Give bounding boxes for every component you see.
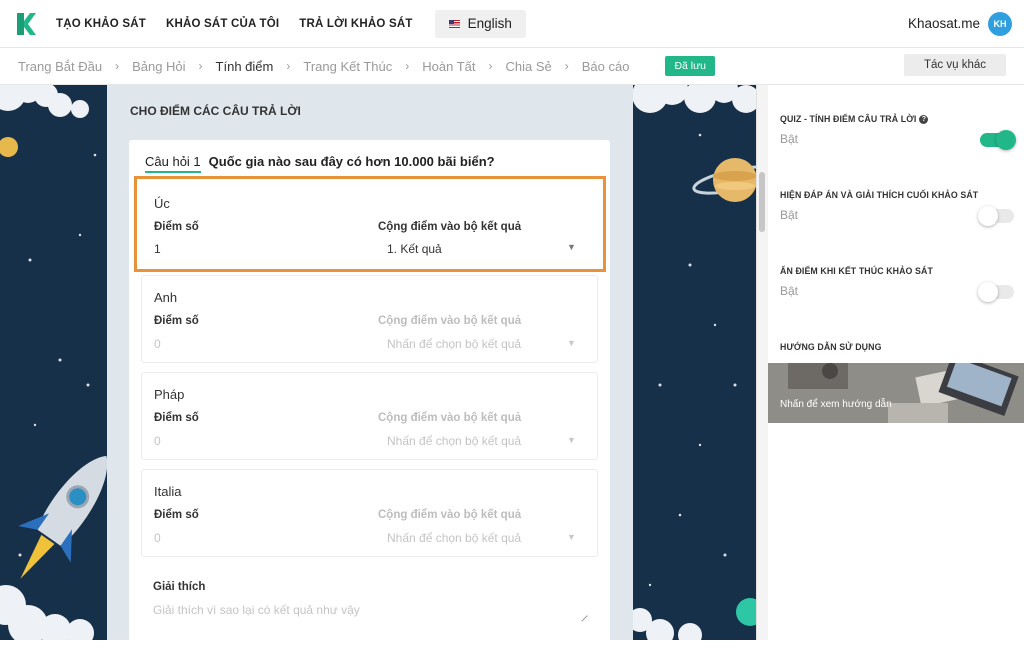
- toggle-knob: [978, 282, 998, 302]
- quiz-setting-state: Bật: [780, 132, 799, 146]
- breadcrumb: Trang Bắt Đầu › Bảng Hỏi › Tính điểm › T…: [0, 48, 1024, 85]
- result-set-label: Cộng điểm vào bộ kết quả: [378, 221, 522, 233]
- guide-section-title: HƯỚNG DẪN SỬ DỤNG: [780, 342, 882, 352]
- result-set-label: Cộng điểm vào bộ kết quả: [378, 315, 522, 327]
- chevron-right-icon: ›: [405, 59, 410, 73]
- score-label: Điểm số: [154, 315, 199, 327]
- score-input[interactable]: 0: [154, 337, 161, 351]
- result-set-select[interactable]: Nhấn để chọn bộ kết quả: [387, 531, 521, 545]
- result-set-label: Cộng điểm vào bộ kết quả: [378, 509, 522, 521]
- result-set-label: Cộng điểm vào bộ kết quả: [378, 412, 522, 424]
- score-label: Điểm số: [154, 509, 199, 521]
- show-answers-setting-title: HIỆN ĐÁP ÁN VÀ GIẢI THÍCH CUỐI KHẢO SÁT: [780, 190, 979, 200]
- resize-handle-icon[interactable]: [576, 610, 588, 622]
- avatar[interactable]: KH: [988, 12, 1012, 36]
- us-flag-icon: [448, 19, 460, 28]
- quiz-setting-label: QUIZ - TÍNH ĐIỂM CÂU TRẢ LỜI: [780, 114, 917, 124]
- saved-badge: Đã lưu: [665, 56, 715, 76]
- chevron-right-icon: ›: [564, 59, 569, 73]
- step-scoring[interactable]: Tính điểm: [216, 59, 274, 74]
- hide-score-setting-state: Bật: [780, 284, 799, 298]
- question-number: Câu hỏi 1: [145, 154, 201, 173]
- nav-answer-survey[interactable]: TRẢ LỜI KHẢO SÁT: [299, 18, 412, 30]
- quiz-toggle[interactable]: [980, 130, 1016, 150]
- score-label: Điểm số: [154, 221, 199, 233]
- desk-photo-image: [768, 363, 1024, 423]
- step-share[interactable]: Chia Sẻ: [506, 59, 552, 74]
- answer-name: Úc: [154, 196, 170, 211]
- toggle-knob: [978, 206, 998, 226]
- scrollbar-track[interactable]: [756, 85, 768, 640]
- chevron-right-icon: ›: [115, 59, 120, 73]
- step-report[interactable]: Báo cáo: [582, 59, 630, 74]
- caret-down-icon[interactable]: ▼: [567, 532, 576, 542]
- score-input[interactable]: 0: [154, 434, 161, 448]
- language-selector[interactable]: English: [434, 9, 526, 38]
- explanation-label: Giải thích: [153, 581, 206, 593]
- answer-option-italia[interactable]: Italia Điểm số 0 Cộng điểm vào bộ kết qu…: [141, 469, 598, 557]
- khaosat-logo[interactable]: [14, 12, 36, 36]
- top-navbar: TẠO KHẢO SÁT KHẢO SÁT CỦA TÔI TRẢ LỜI KH…: [0, 0, 1024, 48]
- nav-create-survey[interactable]: TẠO KHẢO SÁT: [56, 18, 146, 30]
- question-text: Quốc gia nào sau đây có hơn 10.000 bãi b…: [208, 154, 495, 169]
- guide-banner[interactable]: Nhấn để xem hướng dẫn: [768, 363, 1024, 423]
- chevron-right-icon: ›: [198, 59, 203, 73]
- settings-sidebar: QUIZ - TÍNH ĐIỂM CÂU TRẢ LỜI? Bật HIỆN Đ…: [768, 85, 1024, 640]
- answer-option-anh[interactable]: Anh Điểm số 0 Cộng điểm vào bộ kết quả N…: [141, 275, 598, 363]
- help-icon[interactable]: ?: [919, 115, 929, 124]
- chevron-right-icon: ›: [286, 59, 291, 73]
- other-tasks-button[interactable]: Tác vụ khác: [904, 54, 1006, 76]
- quiz-setting-title: QUIZ - TÍNH ĐIỂM CÂU TRẢ LỜI?: [780, 114, 929, 124]
- step-end-page[interactable]: Trang Kết Thúc: [303, 59, 392, 74]
- score-input[interactable]: 1: [154, 242, 161, 256]
- step-complete[interactable]: Hoàn Tất: [422, 59, 475, 74]
- guide-link[interactable]: Nhấn để xem hướng dẫn: [780, 399, 892, 410]
- answer-option-phap[interactable]: Pháp Điểm số 0 Cộng điểm vào bộ kết quả …: [141, 372, 598, 460]
- chevron-right-icon: ›: [488, 59, 493, 73]
- show-answers-setting-state: Bật: [780, 208, 799, 222]
- toggle-knob: [996, 130, 1016, 150]
- answer-name: Italia: [154, 484, 182, 499]
- question-card: Câu hỏi 1 Quốc gia nào sau đây có hơn 10…: [129, 140, 610, 660]
- score-label: Điểm số: [154, 412, 199, 424]
- caret-down-icon[interactable]: ▼: [567, 338, 576, 348]
- result-set-select[interactable]: Nhấn để chọn bộ kết quả: [387, 434, 521, 448]
- scoring-panel: CHO ĐIỂM CÁC CÂU TRẢ LỜI Câu hỏi 1 Quốc …: [107, 85, 633, 660]
- result-set-select[interactable]: 1. Kết quả: [387, 242, 442, 256]
- hide-score-setting-title: ẨN ĐIỂM KHI KẾT THÚC KHẢO SÁT: [780, 266, 933, 276]
- question-header: Câu hỏi 1 Quốc gia nào sau đây có hơn 10…: [145, 154, 495, 173]
- show-answers-toggle[interactable]: [978, 206, 1014, 226]
- hide-score-toggle[interactable]: [978, 282, 1014, 302]
- section-title: CHO ĐIỂM CÁC CÂU TRẢ LỜI: [130, 104, 301, 118]
- answer-name: Pháp: [154, 387, 185, 402]
- score-input[interactable]: 0: [154, 531, 161, 545]
- scrollbar-thumb[interactable]: [759, 172, 765, 232]
- result-set-select[interactable]: Nhấn để chọn bộ kết quả: [387, 337, 521, 351]
- language-label: English: [467, 16, 512, 31]
- answer-name: Anh: [154, 290, 178, 305]
- explanation-textarea[interactable]: Giải thích vì sao lại có kết quả như vậy: [153, 603, 360, 617]
- nav-my-surveys[interactable]: KHẢO SÁT CỦA TÔI: [166, 18, 279, 30]
- caret-down-icon[interactable]: ▼: [567, 435, 576, 445]
- step-questionnaire[interactable]: Bảng Hỏi: [132, 59, 185, 74]
- brand-name[interactable]: Khaosat.me: [908, 16, 980, 31]
- step-start-page[interactable]: Trang Bắt Đầu: [18, 59, 102, 74]
- answer-option-uc[interactable]: Úc Điểm số 1 Cộng điểm vào bộ kết quả 1.…: [134, 176, 606, 272]
- caret-down-icon[interactable]: ▼: [567, 242, 576, 252]
